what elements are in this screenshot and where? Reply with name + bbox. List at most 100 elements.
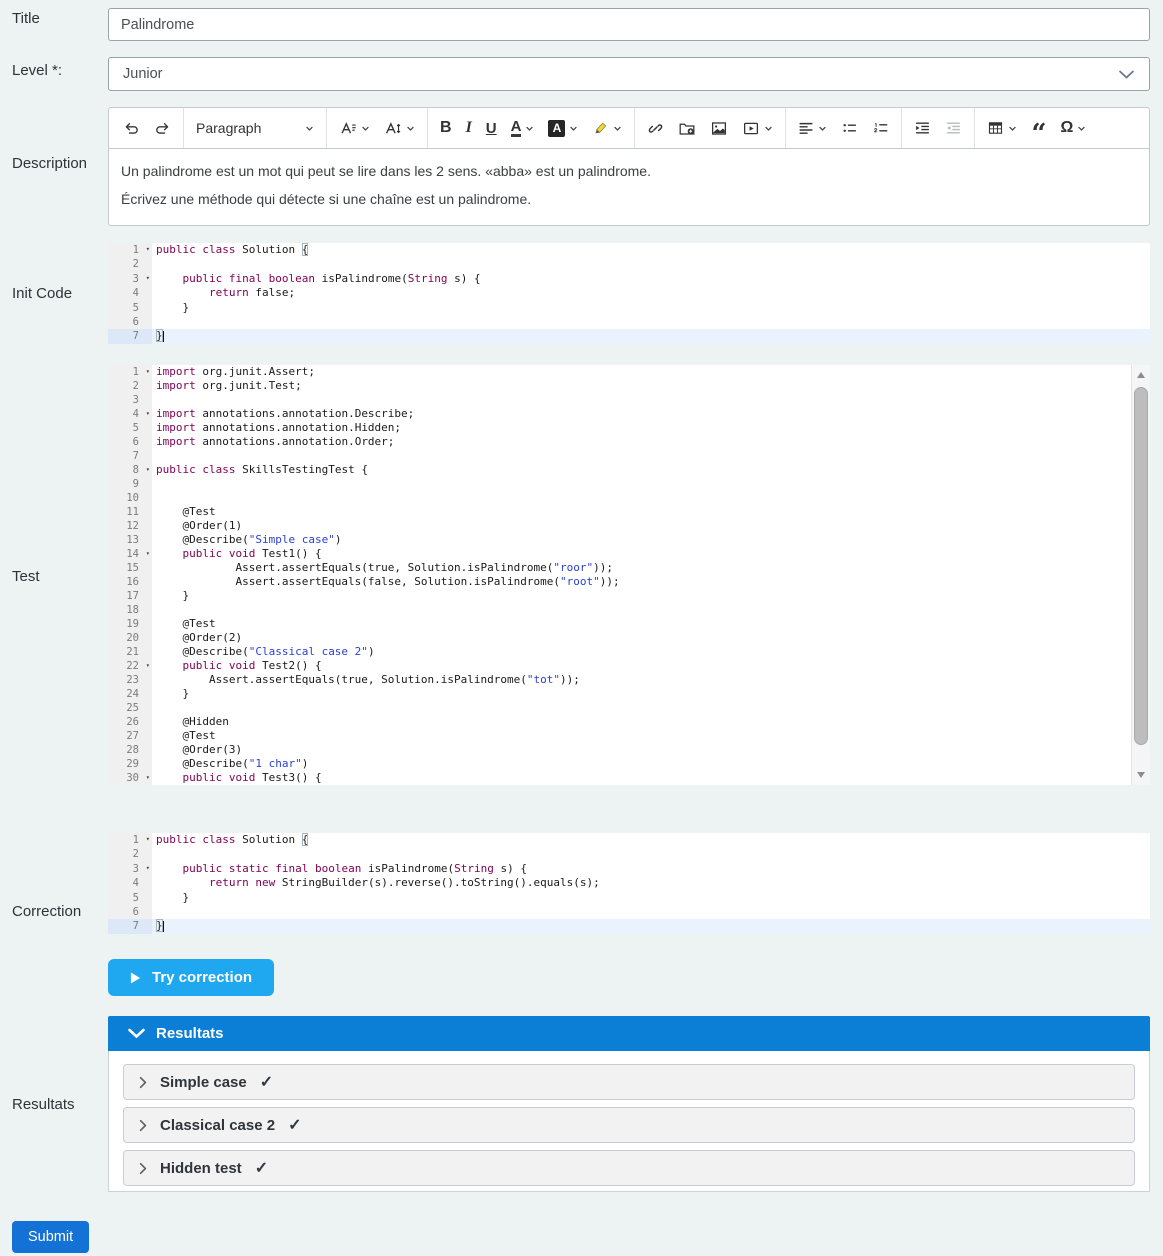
code-line-text: public final boolean isPalindrome(String… xyxy=(152,272,1150,286)
increase-indent-button[interactable] xyxy=(907,108,938,148)
bold-button[interactable]: B xyxy=(433,108,459,148)
test-code-editor[interactable]: 1▾import org.junit.Assert;2import org.ju… xyxy=(108,365,1150,785)
insert-table-button[interactable] xyxy=(980,108,1024,148)
result-row[interactable]: Classical case 2✓ xyxy=(123,1107,1135,1143)
code-line: 13 @Describe("Simple case") xyxy=(108,533,1150,547)
code-line-text: @Test xyxy=(152,617,1150,631)
code-line: 2 xyxy=(108,847,1150,861)
code-line: 3 xyxy=(108,393,1150,407)
init-code-editor[interactable]: 1▾public class Solution {23▾ public fina… xyxy=(108,243,1150,344)
chevron-down-icon xyxy=(525,124,534,133)
scrollbar[interactable] xyxy=(1131,365,1150,785)
fold-caret-icon[interactable]: ▾ xyxy=(146,832,150,846)
code-line: 6 xyxy=(108,905,1150,919)
code-line-text: return false; xyxy=(152,286,1150,300)
chevron-down-icon xyxy=(406,124,415,133)
highlight-button[interactable] xyxy=(585,108,629,148)
level-select[interactable]: Junior xyxy=(108,57,1150,91)
redo-button[interactable] xyxy=(147,108,178,148)
code-line-text xyxy=(152,257,1150,271)
insert-file-icon xyxy=(678,120,696,137)
try-correction-button[interactable]: Try correction xyxy=(108,959,274,996)
code-line: 21 @Describe("Classical case 2") xyxy=(108,645,1150,659)
code-line: 27 @Test xyxy=(108,729,1150,743)
fold-caret-icon[interactable]: ▾ xyxy=(146,462,150,476)
code-line-text: public class Solution { xyxy=(152,243,1150,257)
chevron-right-icon xyxy=(139,1119,147,1132)
code-line: 1▾public class Solution { xyxy=(108,243,1150,257)
code-line-text xyxy=(152,701,1150,715)
title-input[interactable] xyxy=(108,8,1150,41)
fold-caret-icon[interactable]: ▾ xyxy=(146,271,150,285)
line-number: 4▾ xyxy=(108,407,152,421)
fold-caret-icon[interactable]: ▾ xyxy=(146,406,150,420)
code-line-text xyxy=(152,315,1150,329)
line-number: 12 xyxy=(108,519,152,533)
insert-file-button[interactable] xyxy=(671,108,703,148)
code-line: 17 } xyxy=(108,589,1150,603)
line-number: 4 xyxy=(108,286,152,300)
chevron-down-icon xyxy=(818,124,827,133)
code-line: 29 @Describe("1 char") xyxy=(108,757,1150,771)
undo-button[interactable] xyxy=(116,108,147,148)
code-line-text: public void Test3() { xyxy=(152,771,1150,785)
font-background-color-button[interactable]: A xyxy=(541,108,585,148)
chevron-down-icon xyxy=(361,124,370,133)
font-color-button[interactable]: A xyxy=(504,108,542,148)
code-line-text: Assert.assertEquals(false, Solution.isPa… xyxy=(152,575,1150,589)
fold-caret-icon[interactable]: ▾ xyxy=(146,770,150,784)
fold-caret-icon[interactable]: ▾ xyxy=(146,364,150,378)
result-row[interactable]: Simple case✓ xyxy=(123,1064,1135,1100)
bulleted-list-button[interactable] xyxy=(834,108,865,148)
scroll-thumb[interactable] xyxy=(1134,387,1148,745)
block-quote-button[interactable]: “ xyxy=(1024,108,1053,148)
line-number: 23 xyxy=(108,673,152,687)
code-line-text: import annotations.annotation.Hidden; xyxy=(152,421,1150,435)
line-number: 22▾ xyxy=(108,659,152,673)
line-number: 17 xyxy=(108,589,152,603)
fold-caret-icon[interactable]: ▾ xyxy=(146,658,150,672)
font-size-icon xyxy=(339,120,357,137)
correction-code-editor[interactable]: 1▾public class Solution {23▾ public stat… xyxy=(108,833,1150,934)
toolbar-group xyxy=(785,108,901,148)
insert-media-button[interactable] xyxy=(735,108,780,148)
description-content[interactable]: Un palindrome est un mot qui peut se lir… xyxy=(109,149,1149,225)
result-row[interactable]: Hidden test✓ xyxy=(123,1150,1135,1186)
scroll-down-button[interactable] xyxy=(1137,772,1145,778)
code-line-text: @Order(3) xyxy=(152,743,1150,757)
code-line: 8▾public class SkillsTestingTest { xyxy=(108,463,1150,477)
decrease-indent-button[interactable] xyxy=(938,108,969,148)
insert-media-icon xyxy=(742,120,760,137)
special-characters-button[interactable]: Ω xyxy=(1053,108,1093,148)
scroll-up-button[interactable] xyxy=(1137,372,1145,378)
fold-caret-icon[interactable]: ▾ xyxy=(146,242,150,256)
underline-button[interactable]: U xyxy=(479,108,504,148)
font-size-button[interactable] xyxy=(332,108,377,148)
code-line-text xyxy=(152,905,1150,919)
resultats-panel-header[interactable]: Resultats xyxy=(108,1016,1150,1051)
line-number: 3▾ xyxy=(108,862,152,876)
font-color-icon: A xyxy=(511,119,522,137)
link-button[interactable] xyxy=(640,108,671,148)
outdent-icon xyxy=(945,120,962,136)
submit-button[interactable]: Submit xyxy=(12,1221,89,1253)
code-line: 18 xyxy=(108,603,1150,617)
line-number: 2 xyxy=(108,847,152,861)
chevron-down-icon xyxy=(569,124,578,133)
code-line-text: public void Test2() { xyxy=(152,659,1150,673)
numbered-list-icon xyxy=(872,120,889,136)
fold-caret-icon[interactable]: ▾ xyxy=(146,546,150,560)
italic-button[interactable]: I xyxy=(459,108,479,148)
code-line-text xyxy=(152,491,1150,505)
text-alignment-button[interactable] xyxy=(791,108,834,148)
font-family-button[interactable] xyxy=(377,108,422,148)
font-family-icon xyxy=(384,120,402,137)
paragraph-style-button[interactable]: Paragraph xyxy=(189,108,321,148)
numbered-list-button[interactable] xyxy=(865,108,896,148)
fold-caret-icon[interactable]: ▾ xyxy=(146,861,150,875)
code-line-text: } xyxy=(152,329,1150,343)
indent-icon xyxy=(914,120,931,136)
code-line: 10 xyxy=(108,491,1150,505)
check-icon: ✓ xyxy=(260,1072,273,1092)
insert-image-button[interactable] xyxy=(703,108,735,148)
